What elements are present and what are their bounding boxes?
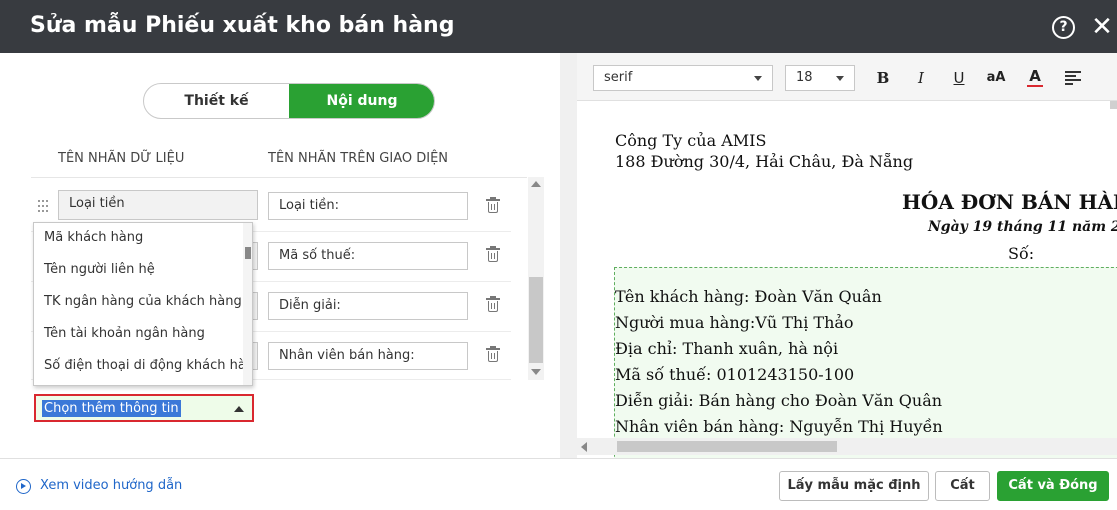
ui-label-input[interactable]: Diễn giải: bbox=[268, 292, 468, 320]
dropdown-option[interactable]: TK ngân hàng của khách hàng bbox=[44, 294, 242, 309]
trash-icon[interactable] bbox=[486, 346, 500, 363]
customer-name-line: Tên khách hàng: Đoàn Văn Quân bbox=[615, 287, 882, 306]
address-line: Địa chỉ: Thanh xuân, hà nội bbox=[615, 339, 839, 358]
trash-icon[interactable] bbox=[486, 197, 500, 214]
title-bar: Sửa mẫu Phiếu xuất kho bán hàng ? ✕ bbox=[0, 0, 1117, 53]
scroll-left-icon[interactable] bbox=[581, 442, 587, 452]
close-icon[interactable]: ✕ bbox=[1090, 14, 1114, 40]
left-panel: Thiết kế Nội dung TÊN NHÃN DỮ LIỆU TÊN N… bbox=[1, 53, 560, 458]
trash-icon[interactable] bbox=[486, 296, 500, 313]
dialog-footer: Xem video hướng dẫn Lấy mẫu mặc định Cất… bbox=[0, 458, 1117, 510]
editor-toolbar: serif 18 B I U aA A bbox=[577, 53, 1117, 101]
invoice-number: Số: bbox=[1008, 244, 1035, 263]
tab-design[interactable]: Thiết kế bbox=[144, 84, 289, 118]
add-info-select-value: Chọn thêm thông tin bbox=[42, 400, 181, 417]
dropdown-scrollbar[interactable] bbox=[243, 223, 252, 385]
invoice-date: Ngày 19 tháng 11 năm 2019 bbox=[928, 219, 1117, 235]
column-header-ui-label: TÊN NHÃN TRÊN GIAO DIỆN bbox=[268, 151, 449, 166]
font-size-select[interactable]: 18 bbox=[785, 65, 855, 91]
scroll-down-icon[interactable] bbox=[531, 369, 541, 375]
tab-content[interactable]: Nội dung bbox=[289, 84, 434, 118]
ui-label-input[interactable]: Loại tiền: bbox=[268, 192, 468, 220]
save-and-close-button[interactable]: Cất và Đóng bbox=[997, 471, 1109, 501]
bold-button[interactable]: B bbox=[875, 67, 891, 89]
chevron-down-icon bbox=[754, 76, 762, 81]
save-button[interactable]: Cất bbox=[935, 471, 990, 501]
drag-handle-icon[interactable] bbox=[38, 200, 48, 212]
align-left-icon[interactable] bbox=[1065, 71, 1081, 85]
dropdown-option[interactable]: Số điện thoại di động khách hàng bbox=[44, 358, 252, 373]
dropdown-scroll-thumb[interactable] bbox=[245, 247, 251, 259]
dropdown-option[interactable]: Tên người liên hệ bbox=[44, 262, 155, 277]
column-header-data-label: TÊN NHÃN DỮ LIỆU bbox=[58, 151, 185, 166]
italic-button[interactable]: I bbox=[913, 67, 929, 89]
document-preview[interactable]: Công Ty của AMIS 188 Đường 30/4, Hải Châ… bbox=[577, 102, 1117, 458]
preview-panel: serif 18 B I U aA A Công Ty của AMIS 188… bbox=[577, 53, 1117, 458]
trash-icon[interactable] bbox=[486, 246, 500, 263]
description-line: Diễn giải: Bán hàng cho Đoàn Văn Quân bbox=[615, 391, 943, 410]
font-size-value: 18 bbox=[796, 70, 813, 85]
help-icon[interactable]: ? bbox=[1052, 16, 1075, 39]
salesperson-line: Nhân viên bán hàng: Nguyễn Thị Huyền bbox=[615, 417, 943, 436]
company-address: 188 Đường 30/4, Hải Châu, Đà Nẵng bbox=[615, 152, 914, 171]
company-name: Công Ty của AMIS bbox=[615, 131, 767, 150]
preview-horizontal-scrollbar[interactable] bbox=[577, 438, 1117, 455]
tax-code-line: Mã số thuế: 0101243150-100 bbox=[615, 365, 855, 384]
caret-up-icon[interactable] bbox=[234, 406, 244, 412]
font-family-value: serif bbox=[604, 70, 633, 85]
data-label-field[interactable]: Loại tiền bbox=[58, 190, 258, 220]
font-color-button[interactable]: A bbox=[1027, 67, 1043, 87]
text-case-button[interactable]: aA bbox=[984, 67, 1008, 89]
ui-label-input[interactable]: Nhân viên bán hàng: bbox=[268, 342, 468, 370]
buyer-line: Người mua hàng:Vũ Thị Thảo bbox=[615, 313, 854, 332]
chevron-down-icon bbox=[836, 76, 844, 81]
dropdown-option[interactable]: Tên tài khoản ngân hàng bbox=[44, 326, 205, 341]
video-guide-link[interactable]: Xem video hướng dẫn bbox=[40, 478, 182, 493]
restore-default-button[interactable]: Lấy mẫu mặc định bbox=[779, 471, 929, 501]
underline-button[interactable]: U bbox=[951, 67, 967, 89]
play-icon[interactable] bbox=[16, 479, 31, 494]
dropdown-option[interactable]: Mã khách hàng bbox=[44, 230, 143, 245]
scroll-thumb[interactable] bbox=[529, 277, 543, 363]
list-scrollbar[interactable] bbox=[528, 177, 544, 380]
horizontal-scroll-thumb[interactable] bbox=[617, 441, 837, 452]
add-info-select[interactable]: Chọn thêm thông tin bbox=[34, 394, 254, 422]
panel-divider bbox=[560, 53, 577, 458]
scroll-up-icon[interactable] bbox=[531, 181, 541, 187]
font-family-select[interactable]: serif bbox=[593, 65, 773, 91]
field-options-dropdown: Mã khách hàng Tên người liên hệ TK ngân … bbox=[33, 222, 253, 386]
invoice-title: HÓA ĐƠN BÁN HÀNG bbox=[902, 190, 1117, 214]
ui-label-input[interactable]: Mã số thuế: bbox=[268, 242, 468, 270]
tab-switch: Thiết kế Nội dung bbox=[143, 83, 435, 119]
dialog-title: Sửa mẫu Phiếu xuất kho bán hàng bbox=[30, 13, 455, 38]
